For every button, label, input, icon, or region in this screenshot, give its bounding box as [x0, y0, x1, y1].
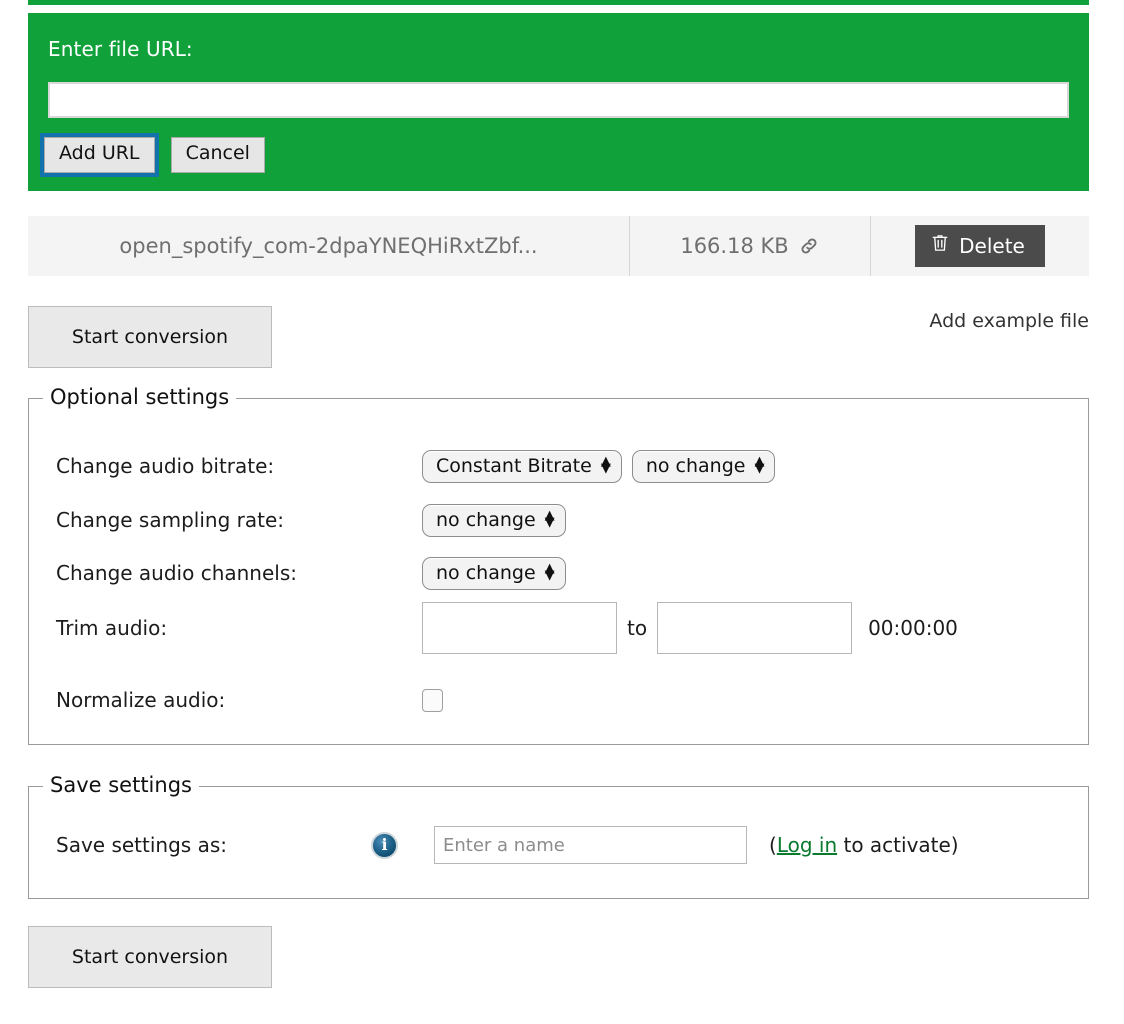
optional-settings-section: Optional settings Change audio bitrate: … — [28, 385, 1089, 745]
trim-start-input[interactable] — [422, 602, 617, 654]
select-audio-channels-value: no change — [436, 561, 536, 584]
add-url-button[interactable]: Add URL — [40, 133, 159, 177]
file-action-cell: Delete — [871, 216, 1089, 276]
activate-note-suffix: to activate) — [837, 833, 959, 857]
label-change-audio-channels: Change audio channels: — [56, 561, 298, 585]
label-trim-audio: Trim audio: — [56, 616, 168, 640]
chevron-updown-icon: ▲ ▼ — [600, 453, 611, 476]
url-entry-panel: Enter file URL: Add URL Cancel — [28, 13, 1089, 191]
trim-duration-label: 00:00:00 — [868, 616, 958, 640]
row-change-audio-channels: Change audio channels: no change ▲ ▼ — [29, 556, 1088, 590]
label-change-audio-bitrate: Change audio bitrate: — [56, 454, 275, 478]
delete-label: Delete — [959, 233, 1025, 258]
chevron-updown-icon: ▲ ▼ — [544, 560, 555, 583]
row-normalize-audio: Normalize audio: — [29, 683, 1088, 717]
row-save-settings-as: Save settings as: i (Log in to activate) — [29, 826, 1088, 864]
controls-change-audio-channels: no change ▲ ▼ — [422, 556, 566, 590]
file-size: 166.18 KB — [680, 234, 789, 258]
save-settings-legend: Save settings — [43, 773, 199, 797]
delete-file-button[interactable]: Delete — [915, 225, 1045, 267]
controls-change-audio-bitrate: Constant Bitrate ▲ ▼ no change ▲ ▼ — [422, 449, 776, 483]
chevron-updown-icon: ▲ ▼ — [754, 453, 765, 476]
file-size-cell: 166.18 KB — [630, 216, 871, 276]
optional-settings-legend: Optional settings — [43, 385, 237, 409]
url-panel-label: Enter file URL: — [48, 37, 193, 61]
activate-note: (Log in to activate) — [769, 833, 959, 857]
add-example-file-link[interactable]: Add example file — [929, 310, 1089, 332]
chevron-updown-icon: ▲ ▼ — [544, 507, 555, 530]
start-conversion-button-bottom[interactable]: Start conversion — [28, 926, 272, 988]
trim-separator-label: to — [627, 616, 648, 640]
file-name-cell: open_spotify_com-2dpaYNEQHiRxtZbf... — [28, 216, 630, 276]
start-conversion-button-top[interactable]: Start conversion — [28, 306, 272, 368]
row-trim-audio: Trim audio: to 00:00:00 — [29, 602, 1088, 654]
label-save-settings-as: Save settings as: — [56, 833, 227, 857]
link-icon — [798, 235, 820, 257]
select-sampling-rate-value: no change — [436, 508, 536, 531]
controls-save-settings-as: i (Log in to activate) — [371, 826, 959, 864]
controls-change-sampling-rate: no change ▲ ▼ — [422, 503, 566, 537]
select-bitrate-value-value: no change — [645, 454, 746, 477]
select-bitrate-value[interactable]: no change ▲ ▼ — [631, 449, 776, 483]
info-icon[interactable]: i — [371, 831, 398, 859]
top-accent-bar — [28, 0, 1089, 5]
cancel-url-button[interactable]: Cancel — [170, 137, 265, 173]
controls-normalize-audio — [422, 688, 443, 712]
settings-name-input[interactable] — [434, 826, 747, 864]
login-link[interactable]: Log in — [777, 833, 837, 857]
label-change-sampling-rate: Change sampling rate: — [56, 508, 284, 532]
controls-trim-audio: to 00:00:00 — [422, 602, 958, 654]
activate-note-prefix: ( — [769, 833, 777, 857]
row-change-sampling-rate: Change sampling rate: no change ▲ ▼ — [29, 503, 1088, 537]
row-change-audio-bitrate: Change audio bitrate: Constant Bitrate ▲… — [29, 449, 1088, 483]
file-row: open_spotify_com-2dpaYNEQHiRxtZbf... 166… — [28, 216, 1089, 276]
url-panel-buttons: Add URL Cancel — [40, 133, 265, 177]
label-normalize-audio: Normalize audio: — [56, 688, 226, 712]
save-settings-section: Save settings Save settings as: i (Log i… — [28, 773, 1089, 899]
select-sampling-rate[interactable]: no change ▲ ▼ — [422, 503, 566, 537]
trim-end-input[interactable] — [657, 602, 853, 654]
select-bitrate-mode-value: Constant Bitrate — [436, 454, 592, 477]
file-url-input[interactable] — [48, 82, 1069, 118]
select-bitrate-mode[interactable]: Constant Bitrate ▲ ▼ — [422, 449, 622, 483]
normalize-audio-checkbox[interactable] — [422, 688, 443, 712]
trash-icon — [931, 233, 949, 258]
file-name: open_spotify_com-2dpaYNEQHiRxtZbf... — [119, 234, 538, 258]
select-audio-channels[interactable]: no change ▲ ▼ — [422, 556, 566, 590]
